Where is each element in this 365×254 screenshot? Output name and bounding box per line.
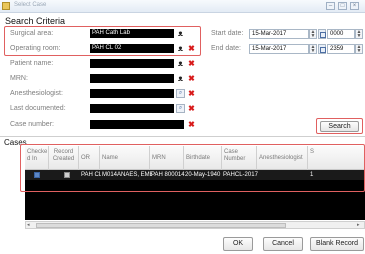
calendar-icon[interactable] [318,44,326,54]
clear-x-icon[interactable]: ✖ [187,89,196,98]
start-time-field[interactable]: 0000 [327,29,355,39]
lookup-icon[interactable]: ⌕ [176,89,185,98]
clear-x-icon[interactable]: ✖ [187,104,196,113]
cancel-button[interactable]: Cancel [263,237,303,251]
end-time-field[interactable]: 2359 [327,44,355,54]
scroll-right-icon[interactable]: ▸ [357,223,363,228]
search-criteria-heading: Search Criteria [5,16,66,26]
end-date-field[interactable]: 15-Mar-2017 [249,44,309,54]
calendar-icon[interactable] [318,29,326,39]
close-window-button[interactable]: × [350,2,359,10]
start-date-label: Start date: [211,30,244,37]
clear-x-icon[interactable]: ✖ [187,44,196,53]
end-date-label: End date: [211,45,241,52]
last-documented-label: Last documented: [10,105,66,112]
app-icon [2,2,10,10]
case-number-field[interactable] [90,120,184,129]
lookup-icon[interactable]: ⌕ [176,104,185,113]
clear-x-icon[interactable]: ✖ [187,120,196,129]
scroll-left-icon[interactable]: ◂ [27,223,33,228]
clear-x-icon[interactable]: ✖ [187,74,196,83]
end-date-spinner[interactable]: ▲ ▼ [309,44,317,54]
end-time-spinner[interactable]: ▲ ▼ [355,44,363,54]
minimize-button[interactable]: – [326,2,335,10]
binoculars-icon[interactable]: ᴥ [176,74,185,83]
ok-button[interactable]: OK [223,237,253,251]
binoculars-icon[interactable]: ᴥ [176,29,185,38]
window-titlebar: Select Case – □ × [0,0,365,13]
scrollbar-thumb[interactable] [36,223,286,228]
operating-room-field[interactable]: PAH CL 02 [90,44,174,53]
highlight-box-cases [20,144,365,192]
mrn-field[interactable] [90,74,174,83]
last-documented-field[interactable] [90,104,174,113]
start-time-spinner[interactable]: ▲ ▼ [355,29,363,39]
anesthesiologist-field[interactable] [90,89,174,98]
surgical-area-field[interactable]: PAH Cath Lab [90,29,174,38]
patient-name-label: Patient name: [10,60,54,67]
anesthesiologist-label: Anesthesiologist: [10,90,63,97]
mrn-label: MRN: [10,75,28,82]
surgical-area-label: Surgical area: [10,30,54,37]
maximize-button[interactable]: □ [338,2,347,10]
horizontal-scrollbar[interactable]: ◂ ▸ [25,221,365,229]
search-button[interactable]: Search [320,121,359,132]
section-divider [0,136,365,137]
operating-room-label: Operating room: [10,45,61,52]
start-date-spinner[interactable]: ▲ ▼ [309,29,317,39]
binoculars-icon[interactable]: ᴥ [176,59,185,68]
binoculars-icon[interactable]: ᴥ [176,44,185,53]
patient-name-field[interactable] [90,59,174,68]
case-number-label: Case number: [10,121,54,128]
clear-x-icon[interactable]: ✖ [187,59,196,68]
window-title: Select Case [14,2,47,8]
blank-record-button[interactable]: Blank Record [310,237,364,251]
start-date-field[interactable]: 15-Mar-2017 [249,29,309,39]
